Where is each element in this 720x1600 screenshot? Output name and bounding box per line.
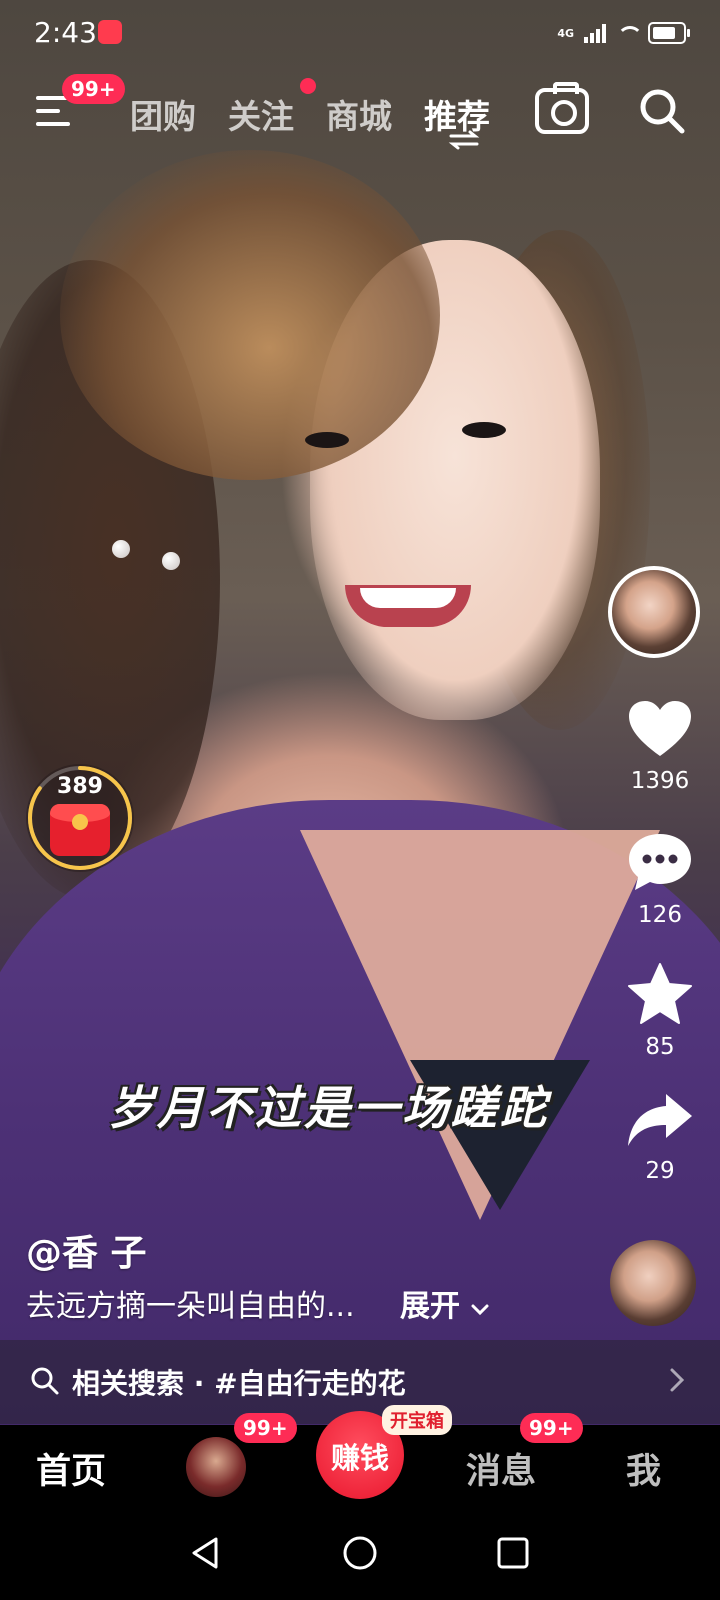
chevron-right-icon xyxy=(670,1368,685,1392)
expand-button[interactable]: 展开 xyxy=(400,1281,490,1325)
video-earring xyxy=(112,540,130,558)
music-disc-avatar[interactable] xyxy=(610,1240,696,1326)
like-count: 1396 xyxy=(630,768,690,794)
nav-me[interactable]: 我 xyxy=(626,1443,661,1494)
share-arrow-icon xyxy=(628,1094,692,1146)
video-caption: 岁月不过是一场蹉跎 xyxy=(108,1081,549,1135)
top-nav: 99+ 团购 关注 商城 推荐 xyxy=(0,74,720,148)
wifi-icon xyxy=(616,24,643,42)
comment-icon xyxy=(629,834,691,890)
friends-badge: 99+ xyxy=(234,1413,297,1443)
red-packet-widget[interactable]: 389 xyxy=(26,764,134,872)
author-name[interactable]: @香 子 xyxy=(26,1224,147,1276)
tab-group-buy[interactable]: 团购 xyxy=(130,90,196,138)
system-nav-bar xyxy=(0,1515,720,1600)
swap-icon[interactable] xyxy=(448,130,480,150)
video-earring xyxy=(162,552,180,570)
red-envelope-icon xyxy=(50,804,110,856)
video-eye-left xyxy=(305,432,349,448)
star-icon xyxy=(628,963,692,1024)
comment-button[interactable]: 126 xyxy=(608,832,712,928)
video-eye-right xyxy=(462,422,506,438)
bottom-nav: 首页 99+ 赚钱 开宝箱 消息 99+ 我 xyxy=(0,1405,720,1515)
status-icons: 4G xyxy=(557,22,690,44)
expand-label: 展开 xyxy=(400,1289,460,1324)
back-icon[interactable] xyxy=(188,1535,222,1571)
share-button[interactable]: 29 xyxy=(608,1092,712,1184)
author-avatar[interactable] xyxy=(608,566,700,658)
status-bar: 2:43 4G xyxy=(0,0,720,66)
status-time: 2:43 xyxy=(34,16,97,49)
tab-following[interactable]: 关注 xyxy=(228,90,294,138)
open-treasure-tag: 开宝箱 xyxy=(382,1405,452,1435)
recents-square-icon[interactable] xyxy=(496,1535,530,1571)
battery-icon xyxy=(648,22,690,44)
earn-label: 赚钱 xyxy=(330,1441,389,1475)
nav-messages[interactable]: 消息 xyxy=(466,1443,536,1494)
favorite-count: 85 xyxy=(645,1034,675,1060)
nav-friends-avatar[interactable] xyxy=(186,1437,246,1497)
tab-mall[interactable]: 商城 xyxy=(326,90,392,138)
search-icon[interactable] xyxy=(637,86,687,136)
comment-count: 126 xyxy=(638,902,682,928)
search-icon xyxy=(31,1367,59,1395)
video-teeth xyxy=(360,588,456,608)
following-unread-dot xyxy=(300,78,316,94)
favorite-button[interactable]: 85 xyxy=(608,962,712,1060)
related-search-label: 相关搜索 · #自由行走的花 xyxy=(72,1367,406,1400)
nav-home[interactable]: 首页 xyxy=(36,1443,106,1494)
like-button[interactable]: 1396 xyxy=(608,700,712,794)
messages-badge: 99+ xyxy=(520,1413,583,1443)
notification-app-icon xyxy=(98,20,122,44)
heart-icon xyxy=(629,701,691,756)
red-packet-count: 389 xyxy=(57,774,103,799)
share-count: 29 xyxy=(645,1158,675,1184)
post-description[interactable]: 去远方摘一朵叫自由的... xyxy=(26,1281,355,1325)
network-type: 4G xyxy=(557,26,574,40)
camera-icon[interactable] xyxy=(535,82,589,134)
menu-badge: 99+ xyxy=(62,74,125,104)
chevron-down-icon xyxy=(471,1304,489,1316)
video-hair-top xyxy=(60,150,440,480)
signal-icon xyxy=(584,23,606,43)
home-circle-icon[interactable] xyxy=(342,1535,378,1571)
